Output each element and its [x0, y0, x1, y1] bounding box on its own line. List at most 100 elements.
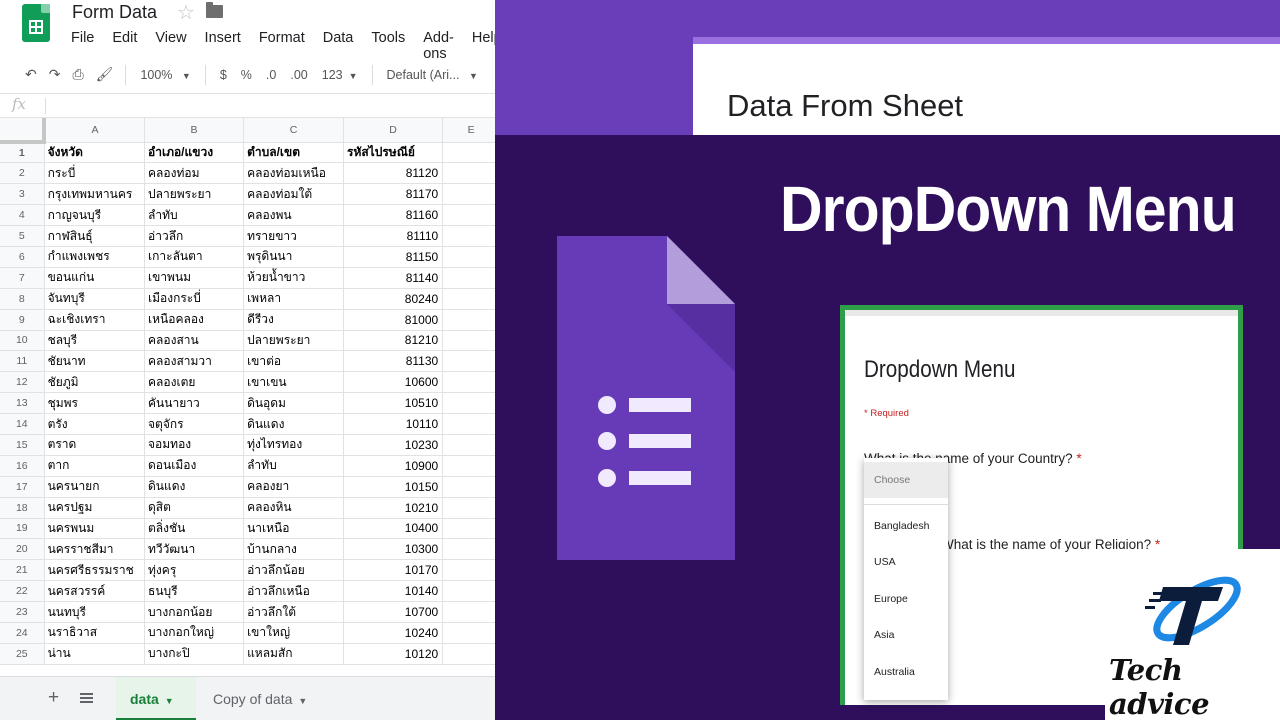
cell-empty[interactable] [442, 246, 500, 268]
cell-subdistrict[interactable]: ทุ่งไทรทอง [243, 434, 344, 456]
cell-province[interactable]: ชัยภูมิ [44, 371, 146, 394]
increase-decimals-button[interactable]: .00 [290, 68, 307, 82]
dropdown-option-asia[interactable]: Asia [874, 629, 894, 641]
cell-province[interactable]: ชัยนาท [44, 350, 146, 373]
cell-subdistrict[interactable]: ห้วยน้ำขาว [243, 267, 344, 289]
undo-icon[interactable]: ↶ [25, 66, 37, 83]
cell-empty[interactable] [442, 643, 500, 665]
country-dropdown-menu[interactable]: Choose Bangladesh USA Europe Asia Austra… [864, 458, 948, 700]
cell-empty[interactable] [442, 601, 500, 623]
cell-subdistrict[interactable]: คลองท่อมเหนือ [243, 162, 344, 185]
cell-postcode[interactable]: รหัสไปรษณีย์ [343, 142, 444, 164]
dropdown-option-bangladesh[interactable]: Bangladesh [874, 520, 929, 532]
cell-district[interactable]: จอมทอง [144, 434, 245, 456]
cell-postcode[interactable]: 81150 [343, 246, 444, 268]
row-number[interactable]: 24 [0, 622, 45, 644]
cell-province[interactable]: กระบี่ [44, 162, 146, 185]
cell-empty[interactable] [442, 392, 500, 415]
cell-postcode[interactable]: 81130 [343, 350, 444, 373]
cell-subdistrict[interactable]: เพหลา [243, 288, 344, 310]
cell-district[interactable]: ดินแดง [144, 476, 245, 498]
cell-postcode[interactable]: 10230 [343, 434, 444, 456]
cell-empty[interactable] [442, 455, 500, 477]
percent-format-button[interactable]: % [241, 68, 252, 82]
row-number[interactable]: 1 [0, 142, 45, 164]
cell-province[interactable]: นนทบุรี [44, 601, 146, 623]
row-number[interactable]: 7 [0, 267, 45, 289]
row-number[interactable]: 8 [0, 288, 45, 310]
cell-empty[interactable] [442, 538, 500, 561]
tab-copy-of-data[interactable]: Copy of data ▼ [199, 677, 335, 720]
row-number[interactable]: 23 [0, 601, 45, 623]
cell-district[interactable]: คลองท่อม [144, 162, 245, 185]
cell-postcode[interactable]: 10400 [343, 518, 444, 540]
cell-district[interactable]: จตุจักร [144, 413, 245, 435]
cell-subdistrict[interactable]: ตำบล/เขต [243, 142, 344, 164]
decrease-decimals-button[interactable]: .0 [266, 68, 276, 82]
cell-subdistrict[interactable]: อ่าวลึกใต้ [243, 601, 344, 623]
column-header-c[interactable]: C [243, 118, 344, 143]
cell-empty[interactable] [442, 371, 500, 394]
document-title[interactable]: Form Data [72, 2, 157, 23]
more-formats-button[interactable]: 123 ▼ [322, 68, 358, 82]
dropdown-option-europe[interactable]: Europe [874, 593, 908, 605]
cell-empty[interactable] [442, 330, 500, 352]
cell-postcode[interactable]: 10210 [343, 497, 444, 519]
cell-postcode[interactable]: 81170 [343, 183, 444, 206]
cell-subdistrict[interactable]: เขาใหญ่ [243, 622, 344, 644]
cell-district[interactable]: คลองเตย [144, 371, 245, 394]
cell-empty[interactable] [442, 204, 500, 227]
cell-postcode[interactable]: 10600 [343, 371, 444, 394]
column-header-d[interactable]: D [343, 118, 444, 143]
row-number[interactable]: 3 [0, 183, 45, 206]
cell-postcode[interactable]: 10510 [343, 392, 444, 415]
row-number[interactable]: 5 [0, 225, 45, 247]
dropdown-option-usa[interactable]: USA [874, 556, 896, 568]
cell-subdistrict[interactable]: อ่าวลึกน้อย [243, 559, 344, 582]
row-number[interactable]: 20 [0, 538, 45, 561]
cell-district[interactable]: เขาพนม [144, 267, 245, 289]
cell-postcode[interactable]: 81110 [343, 225, 444, 247]
cell-subdistrict[interactable]: อ่าวลึกเหนือ [243, 580, 344, 603]
cell-province[interactable]: ชลบุรี [44, 330, 146, 352]
cell-district[interactable]: คลองสามวา [144, 350, 245, 373]
cell-empty[interactable] [442, 622, 500, 644]
cell-province[interactable]: จังหวัด [44, 142, 146, 164]
cell-district[interactable]: ปลายพระยา [144, 183, 245, 206]
cell-district[interactable]: เกาะลันตา [144, 246, 245, 268]
redo-icon[interactable]: ↷ [49, 66, 61, 83]
row-number[interactable]: 6 [0, 246, 45, 268]
cell-postcode[interactable]: 10170 [343, 559, 444, 582]
cell-province[interactable]: ตรัง [44, 413, 146, 435]
cell-empty[interactable] [442, 309, 500, 331]
cell-province[interactable]: นครสวรรค์ [44, 580, 146, 603]
cell-empty[interactable] [442, 559, 500, 582]
cell-district[interactable]: เมืองกระบี่ [144, 288, 245, 310]
cell-subdistrict[interactable]: คลองยา [243, 476, 344, 498]
cell-postcode[interactable]: 81000 [343, 309, 444, 331]
row-number[interactable]: 11 [0, 350, 45, 373]
row-number[interactable]: 10 [0, 330, 45, 352]
all-sheets-icon[interactable] [80, 693, 93, 703]
cell-empty[interactable] [442, 288, 500, 310]
cell-province[interactable]: นครศรีธรรมราช [44, 559, 146, 582]
cell-empty[interactable] [442, 267, 500, 289]
cell-subdistrict[interactable]: เขาเขน [243, 371, 344, 394]
cell-province[interactable]: ขอนแก่น [44, 267, 146, 289]
cell-district[interactable]: บางกอกน้อย [144, 601, 245, 623]
cell-province[interactable]: กรุงเทพมหานคร [44, 183, 146, 206]
cell-postcode[interactable]: 10700 [343, 601, 444, 623]
cell-subdistrict[interactable]: ดินอุดม [243, 392, 344, 415]
add-sheet-icon[interactable]: + [48, 687, 59, 709]
zoom-select[interactable]: 100% ▼ [140, 68, 190, 82]
row-number[interactable]: 13 [0, 392, 45, 415]
cell-postcode[interactable]: 10120 [343, 643, 444, 665]
cell-postcode[interactable]: 10900 [343, 455, 444, 477]
cell-subdistrict[interactable]: คลองหิน [243, 497, 344, 519]
cell-district[interactable]: ตลิ่งชัน [144, 518, 245, 540]
row-number[interactable]: 17 [0, 476, 45, 498]
cell-empty[interactable] [442, 580, 500, 603]
dropdown-choose-option[interactable]: Choose [864, 462, 948, 498]
row-number[interactable]: 9 [0, 309, 45, 331]
row-number[interactable]: 18 [0, 497, 45, 519]
